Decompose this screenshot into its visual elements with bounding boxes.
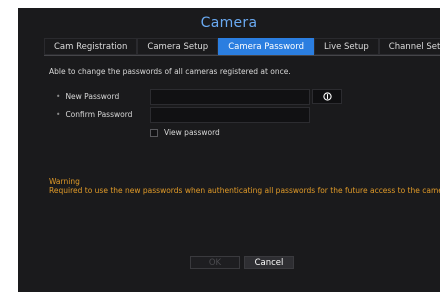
dialog-title: Camera bbox=[200, 15, 258, 31]
bullet-icon: • bbox=[56, 92, 61, 101]
camera-dialog: Camera Cam Registration Camera Setup Cam… bbox=[18, 8, 440, 292]
confirm-password-label: • Confirm Password bbox=[56, 110, 132, 119]
cancel-button[interactable]: Cancel bbox=[244, 256, 294, 269]
confirm-password-label-text: Confirm Password bbox=[65, 110, 133, 119]
new-password-label-text: New Password bbox=[65, 92, 120, 101]
new-password-label: • New Password bbox=[56, 92, 119, 101]
tab-camera-setup[interactable]: Camera Setup bbox=[137, 38, 219, 55]
view-password-label: View password bbox=[164, 128, 220, 137]
dialog-buttons: OK Cancel bbox=[190, 256, 294, 269]
info-icon bbox=[322, 92, 332, 101]
tab-cam-registration[interactable]: Cam Registration bbox=[44, 38, 138, 55]
new-password-field[interactable] bbox=[150, 89, 310, 105]
view-password-toggle[interactable]: View password bbox=[150, 128, 220, 137]
tab-bar: Cam Registration Camera Setup Camera Pas… bbox=[44, 38, 440, 55]
view-password-checkbox[interactable] bbox=[150, 128, 158, 137]
tab-channel-setup[interactable]: Channel Setup bbox=[378, 38, 440, 55]
tab-divider bbox=[44, 55, 440, 56]
warning-text: Required to use the new passwords when a… bbox=[49, 186, 440, 195]
tab-live-setup[interactable]: Live Setup bbox=[313, 38, 379, 55]
bullet-icon: • bbox=[56, 110, 61, 119]
password-info-button[interactable] bbox=[312, 89, 342, 104]
warning-title: Warning bbox=[49, 177, 80, 186]
page-description: Able to change the passwords of all came… bbox=[49, 67, 291, 76]
ok-button[interactable]: OK bbox=[190, 256, 240, 269]
tab-camera-password[interactable]: Camera Password bbox=[218, 38, 314, 55]
confirm-password-field[interactable] bbox=[150, 107, 310, 123]
